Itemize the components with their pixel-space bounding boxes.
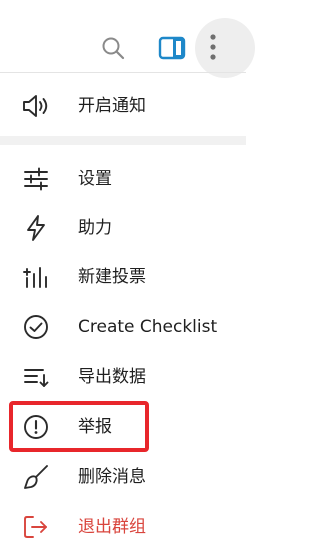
poll-icon [20, 263, 52, 291]
search-button[interactable] [96, 31, 130, 65]
sidebar-toggle-button[interactable] [154, 31, 190, 65]
broom-icon [20, 463, 52, 491]
menu-item-label: 开启通知 [78, 96, 146, 116]
menu-item-enable-notifications[interactable]: 开启通知 [0, 82, 246, 130]
highlight-box [9, 401, 149, 452]
menu-item-label: 退出群组 [78, 517, 146, 537]
menu-item-new-poll[interactable]: 新建投票 [0, 253, 246, 301]
menu-item-export-data[interactable]: 导出数据 [0, 353, 246, 401]
menu-item-label: 删除消息 [78, 467, 146, 487]
menu-item-boost[interactable]: 助力 [0, 204, 246, 252]
sliders-icon [20, 165, 52, 193]
menu-item-settings[interactable]: 设置 [0, 155, 246, 203]
sidebar-panel-icon [158, 36, 186, 60]
divider [0, 72, 246, 73]
menu-item-label: 助力 [78, 218, 112, 238]
menu-item-label: Create Checklist [78, 317, 218, 337]
export-list-icon [20, 363, 52, 391]
more-menu-button[interactable] [195, 18, 255, 78]
menu-item-label: 设置 [78, 169, 112, 189]
menu-item-label: 新建投票 [78, 267, 146, 287]
menu-item-label: 导出数据 [78, 367, 146, 387]
menu-item-leave-group[interactable]: 退出群组 [0, 503, 246, 551]
section-divider [0, 136, 246, 145]
menu-item-create-checklist[interactable]: Create Checklist [0, 303, 246, 351]
logout-icon [20, 513, 52, 541]
top-bar [0, 0, 255, 78]
speaker-icon [20, 92, 52, 120]
search-icon [102, 37, 125, 60]
check-circle-icon [20, 313, 52, 341]
menu-item-clear-messages[interactable]: 删除消息 [0, 453, 246, 501]
lightning-icon [20, 214, 52, 242]
more-vertical-icon [210, 34, 216, 60]
